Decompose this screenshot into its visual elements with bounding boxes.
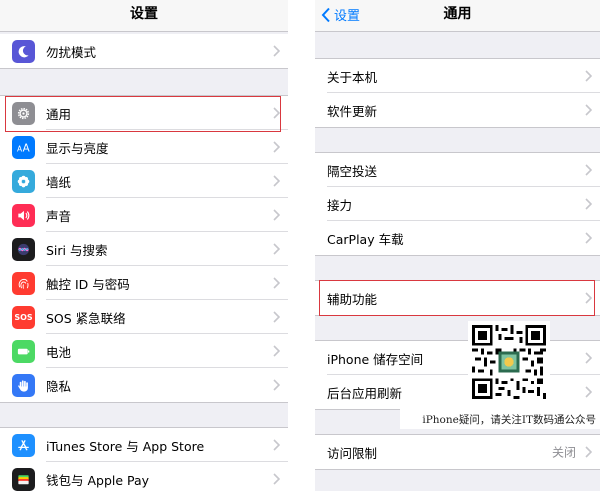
settings-item-battery[interactable]: 电池 [0,334,288,368]
settings-item-touch-id-passcode[interactable]: 触控 ID 与密码 [0,266,288,300]
settings-item-wallet-apple-pay[interactable]: 钱包与 Apple Pay [0,462,288,491]
chevron-right-icon [273,311,280,323]
chevron-right-icon [585,70,592,82]
settings-item-label: SOS 紧急联络 [46,310,126,326]
group-separator [315,32,600,59]
general-item-accessibility[interactable]: 辅助功能 [315,281,600,315]
fingerprint-icon [12,271,35,295]
settings-item-label: 通用 [46,106,72,122]
general-item-iphone-storage[interactable]: iPhone 储存空间 [315,341,600,375]
general-item-airdrop[interactable]: 隔空投送 [315,153,600,187]
settings-item-label: 电池 [46,344,72,360]
sos-icon: SOS [12,305,35,329]
settings-item-label: Siri 与搜索 [46,242,108,258]
moon-icon [12,39,35,63]
settings-item-label: 声音 [46,208,72,224]
group-separator [315,127,600,153]
group-separator [0,402,288,428]
chevron-right-icon [273,473,280,485]
chevron-right-icon [273,345,280,357]
restrictions-status: 关闭 [551,445,576,460]
general-item-handoff[interactable]: 接力 [315,187,600,221]
settings-item-label: 墙纸 [46,174,72,190]
settings-item-label: 触控 ID 与密码 [46,276,130,292]
group-separator [0,68,288,96]
settings-item-label: 勿扰模式 [46,44,97,60]
svg-text:A: A [23,142,30,154]
settings-item-label: iTunes Store 与 App Store [46,438,205,454]
settings-item-privacy[interactable]: 隐私 [0,368,288,402]
chevron-right-icon [273,45,280,57]
gear-icon [12,101,35,125]
chevron-right-icon [585,198,592,210]
app-store-icon [12,433,35,457]
general-item-label: 接力 [327,197,353,213]
settings-item-itunes-app-store[interactable]: iTunes Store 与 App Store [0,428,288,462]
chevron-right-icon [273,379,280,391]
group-separator [315,255,600,281]
chevron-right-icon [273,209,280,221]
chevron-right-icon [273,243,280,255]
general-item-label: 关于本机 [327,69,378,85]
chevron-right-icon [585,164,592,176]
group-separator [315,469,600,491]
siri-icon [12,237,35,261]
general-item-label: 后台应用刷新 [327,385,403,401]
page-title: 设置 [130,6,158,22]
settings-item-do-not-disturb[interactable]: 勿扰模式 [0,34,288,68]
general-item-carplay[interactable]: CarPlay 车载 [315,221,600,255]
settings-item-label: 隐私 [46,378,72,394]
text-size-icon: AA [12,135,35,159]
group-separator [315,315,600,341]
general-item-software-update[interactable]: 软件更新 [315,93,600,127]
chevron-right-icon [585,352,592,364]
settings-item-sounds[interactable]: 声音 [0,198,288,232]
general-item-label: 访问限制 [327,445,378,461]
general-item-label: 软件更新 [327,103,378,119]
chevron-right-icon [585,104,592,116]
qr-code-icon [472,325,546,399]
settings-item-siri-search[interactable]: Siri 与搜索 [0,232,288,266]
settings-item-label: 显示与亮度 [46,140,109,156]
general-item-label: CarPlay 车载 [327,231,404,247]
hand-icon [12,373,35,397]
chevron-right-icon [273,107,280,119]
general-item-label: 隔空投送 [327,163,378,179]
wallet-icon [12,467,35,491]
settings-item-general[interactable]: 通用 [0,96,288,130]
settings-item-emergency-sos[interactable]: SOS SOS 紧急联络 [0,300,288,334]
qr-code [468,321,550,403]
general-item-label: 辅助功能 [327,291,378,307]
chevron-right-icon [273,439,280,451]
chevron-right-icon [585,292,592,304]
page-title: 通用 [443,6,472,22]
watermark-caption: iPhone疑问，请关注IT数码通公众号 [400,409,600,429]
speaker-icon [12,203,35,227]
settings-navbar: 设置 [0,0,288,32]
chevron-right-icon [273,175,280,187]
chevron-right-icon [585,386,592,398]
chevron-right-icon [585,446,592,458]
chevron-right-icon [273,141,280,153]
battery-icon [12,339,35,363]
general-item-about[interactable]: 关于本机 [315,59,600,93]
general-navbar: 设置 通用 [315,0,600,32]
settings-item-label: 钱包与 Apple Pay [46,472,150,488]
general-item-label: iPhone 储存空间 [327,351,424,367]
chevron-right-icon [273,277,280,289]
general-item-restrictions[interactable]: 访问限制 关闭 [315,435,600,469]
settings-item-wallpaper[interactable]: 墙纸 [0,164,288,198]
general-item-background-app-refresh[interactable]: 后台应用刷新 [315,375,600,409]
flower-icon [12,169,35,193]
chevron-right-icon [585,232,592,244]
settings-item-display-brightness[interactable]: AA 显示与亮度 [0,130,288,164]
sos-icon-text: SOS [14,312,33,322]
settings-pane: 设置 勿扰模式 通用 AA 显示与亮度 墙纸 声音 Siri 与搜索 触控 ID… [0,0,288,491]
